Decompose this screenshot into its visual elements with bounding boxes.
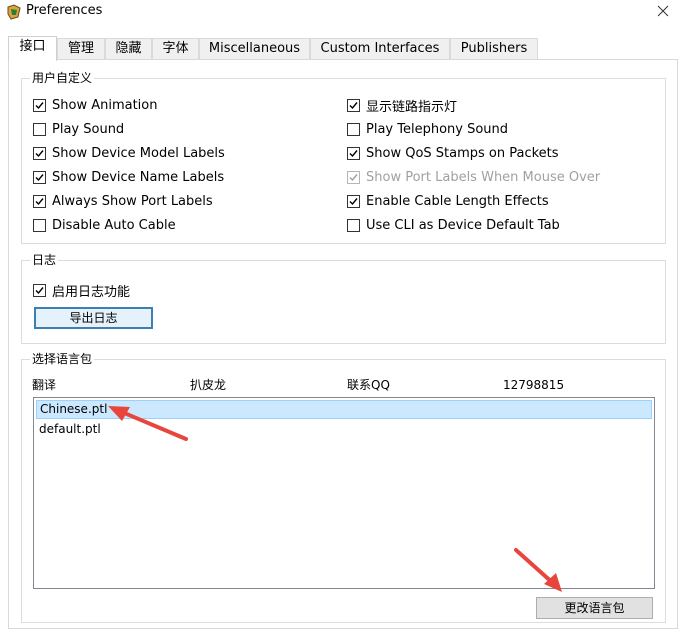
disable-auto-cable-checkbox[interactable]: Disable Auto Cable — [33, 216, 176, 234]
checkbox-label: Show QoS Stamps on Packets — [366, 145, 559, 161]
checkbox-label: Show Device Name Labels — [52, 169, 225, 185]
title-bar: Preferences — [0, 0, 686, 26]
checkbox-box — [33, 218, 46, 232]
enable-cable-length-effects-checkbox[interactable]: Enable Cable Length Effects — [347, 192, 549, 210]
preferences-window: Preferences 接口 管理 隐藏 字体 Miscellaneous Cu… — [0, 0, 686, 636]
checkbox-box — [33, 283, 46, 297]
checkbox-label: 显示链路指示灯 — [366, 99, 458, 115]
enable-logging-checkbox[interactable]: 启用日志功能 — [33, 281, 131, 300]
log-group: 日志 — [21, 252, 666, 344]
show-qos-stamps-checkbox[interactable]: Show QoS Stamps on Packets — [347, 144, 559, 162]
play-telephony-sound-checkbox[interactable]: Play Telephony Sound — [347, 120, 508, 138]
checkbox-box — [347, 170, 360, 184]
show-device-model-labels-checkbox[interactable]: Show Device Model Labels — [33, 144, 225, 162]
export-log-button[interactable]: 导出日志 — [34, 307, 153, 329]
show-link-lights-checkbox[interactable]: 显示链路指示灯 — [347, 96, 458, 115]
app-icon — [6, 4, 22, 20]
checkbox-box — [33, 122, 46, 136]
checkbox-box — [33, 170, 46, 184]
log-group-title: 日志 — [30, 252, 59, 268]
checkbox-label: Always Show Port Labels — [52, 193, 213, 209]
tab-interface[interactable]: 接口 — [8, 36, 57, 61]
tab-font[interactable]: 字体 — [152, 38, 199, 59]
checkbox-box — [33, 194, 46, 208]
tab-miscellaneous[interactable]: Miscellaneous — [199, 38, 310, 59]
checkbox-label: Use CLI as Device Default Tab — [366, 217, 560, 233]
checkbox-label: Show Port Labels When Mouse Over — [366, 169, 601, 185]
checkbox-label: Play Telephony Sound — [366, 121, 509, 137]
show-animation-checkbox[interactable]: Show Animation — [33, 96, 158, 114]
checkbox-label: Disable Auto Cable — [52, 217, 176, 233]
tab-custom-interfaces[interactable]: Custom Interfaces — [310, 38, 450, 59]
header-contact-qq: 联系QQ — [347, 378, 390, 392]
tab-hidden[interactable]: 隐藏 — [105, 38, 152, 59]
tab-publishers[interactable]: Publishers — [450, 38, 538, 59]
annotation-arrow-icon — [514, 548, 562, 592]
annotation-arrow-icon — [108, 406, 188, 441]
checkbox-box — [33, 98, 46, 112]
language-pack-group-title: 选择语言包 — [30, 351, 95, 367]
header-translator: 扒皮龙 — [190, 378, 227, 392]
tab-management[interactable]: 管理 — [57, 38, 105, 59]
always-show-port-labels-checkbox[interactable]: Always Show Port Labels — [33, 192, 213, 210]
tab-panel: 用户自定义 Show Animation Play Sound Show Dev… — [8, 59, 678, 629]
checkbox-box — [347, 98, 360, 112]
checkbox-label: 启用日志功能 — [52, 284, 131, 300]
checkbox-box — [347, 194, 360, 208]
play-sound-checkbox[interactable]: Play Sound — [33, 120, 124, 138]
checkbox-box — [347, 146, 360, 160]
show-port-labels-mouse-over-checkbox: Show Port Labels When Mouse Over — [347, 168, 600, 186]
checkbox-label: Play Sound — [52, 121, 125, 137]
customize-group-title: 用户自定义 — [30, 70, 95, 86]
checkbox-label: Enable Cable Length Effects — [366, 193, 549, 209]
checkbox-label: Show Animation — [52, 97, 158, 113]
use-cli-default-tab-checkbox[interactable]: Use CLI as Device Default Tab — [347, 216, 560, 234]
header-qq-number: 12798815 — [503, 378, 565, 392]
window-title: Preferences — [26, 3, 103, 18]
close-button[interactable] — [640, 0, 686, 26]
change-language-pack-button[interactable]: 更改语言包 — [536, 597, 653, 619]
checkbox-box — [33, 146, 46, 160]
checkbox-box — [347, 122, 360, 136]
header-translation: 翻译 — [32, 378, 57, 392]
checkbox-box — [347, 218, 360, 232]
checkbox-label: Show Device Model Labels — [52, 145, 225, 161]
tab-bar: 接口 管理 隐藏 字体 Miscellaneous Custom Interfa… — [8, 36, 678, 61]
show-device-name-labels-checkbox[interactable]: Show Device Name Labels — [33, 168, 224, 186]
close-icon — [657, 5, 669, 21]
